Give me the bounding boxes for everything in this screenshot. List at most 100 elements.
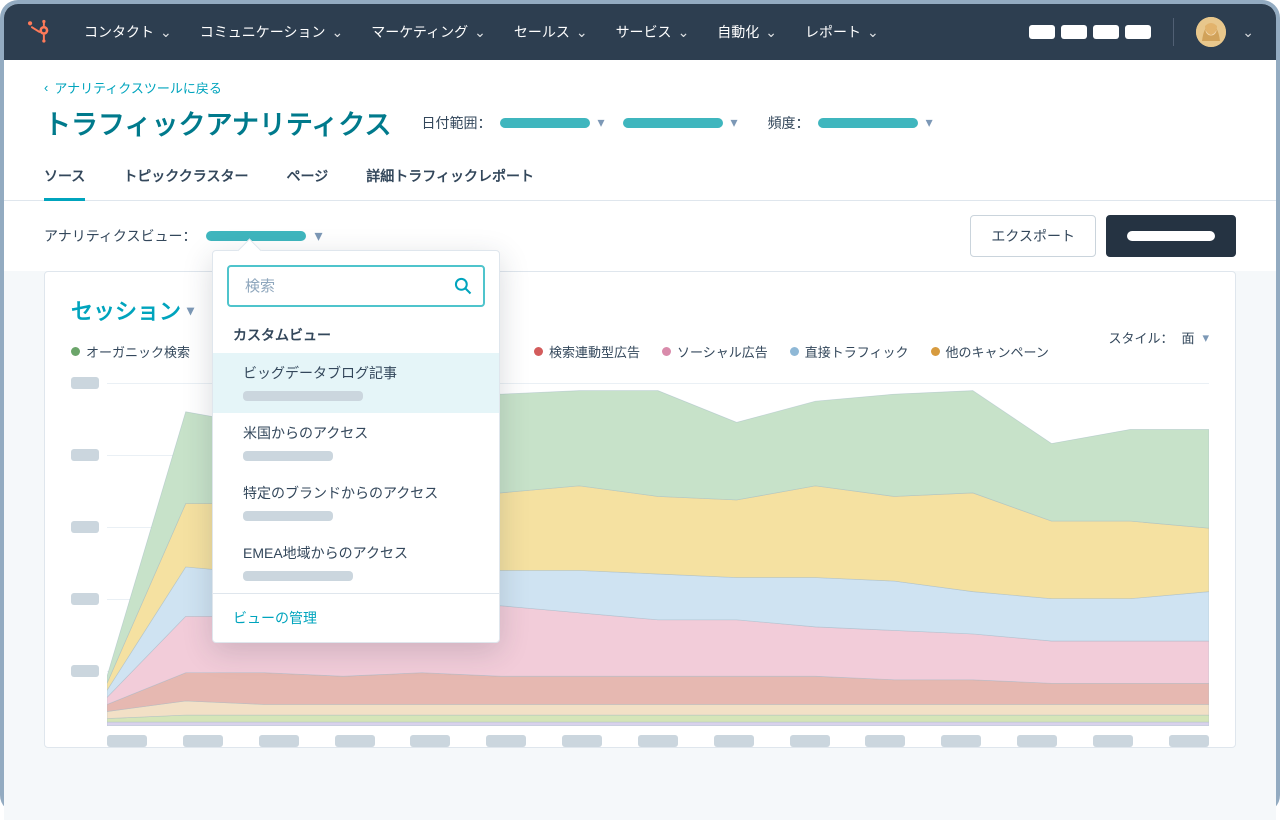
- x-tick-skeleton: [259, 735, 299, 747]
- nav-item-communication[interactable]: コミュニケーション ⌄: [190, 22, 353, 42]
- style-value: 面: [1181, 328, 1194, 347]
- nav-util-icon[interactable]: [1029, 25, 1055, 39]
- nav-label: マーケティング: [371, 22, 468, 42]
- chevron-down-icon: ▾: [314, 226, 322, 246]
- page-title: トラフィックアナリティクス: [44, 103, 392, 142]
- chevron-down-icon: ▾: [598, 114, 605, 131]
- nav-item-reports[interactable]: レポート⌄: [795, 22, 889, 42]
- nav-label: 自動化: [717, 22, 759, 42]
- legend-label: ソーシャル広告: [677, 342, 768, 361]
- chevron-down-icon: ▾: [187, 302, 194, 319]
- x-tick-skeleton: [638, 735, 678, 747]
- chevron-down-icon: ⌄: [765, 24, 777, 41]
- view-option[interactable]: ビッグデータブログ記事: [213, 353, 499, 413]
- y-tick-skeleton: [71, 377, 99, 389]
- button-label-skeleton: [1127, 231, 1215, 241]
- chevron-down-icon: ⌄: [867, 24, 879, 41]
- legend-item[interactable]: 検索連動型広告: [534, 342, 640, 361]
- x-tick-skeleton: [1169, 735, 1209, 747]
- nav-item-sales[interactable]: セールス⌄: [504, 22, 598, 42]
- analytics-view-label: アナリティクスビュー：: [44, 226, 196, 246]
- analytics-view-dropdown[interactable]: ▾: [206, 226, 322, 246]
- y-tick-skeleton: [71, 521, 99, 533]
- chevron-down-icon: ⌄: [576, 24, 588, 41]
- back-label: アナリティクスツールに戻る: [54, 78, 222, 97]
- legend-item[interactable]: 直接トラフィック: [790, 342, 909, 361]
- chevron-down-icon: ▾: [731, 114, 738, 131]
- legend-item[interactable]: 他のキャンペーン: [931, 342, 1049, 361]
- chevron-down-icon[interactable]: ⌄: [1242, 24, 1254, 41]
- x-tick-skeleton: [183, 735, 223, 747]
- x-tick-skeleton: [335, 735, 375, 747]
- legend-item[interactable]: オーガニック検索: [71, 342, 190, 361]
- chevron-down-icon: ⌄: [331, 24, 343, 41]
- nav-item-marketing[interactable]: マーケティング⌄: [361, 22, 496, 42]
- x-axis: [107, 735, 1209, 747]
- legend-dot-icon: [71, 347, 80, 356]
- y-tick-skeleton: [71, 665, 99, 677]
- legend-dot-icon: [790, 347, 799, 356]
- chevron-down-icon: ⌄: [678, 24, 690, 41]
- y-tick-skeleton: [71, 449, 99, 461]
- option-label: 特定のブランドからのアクセス: [243, 483, 469, 503]
- view-option[interactable]: 特定のブランドからのアクセス: [213, 473, 499, 533]
- chart-style-dropdown[interactable]: スタイル： 面 ▾: [1108, 328, 1209, 347]
- x-tick-skeleton: [107, 735, 147, 747]
- primary-action-button[interactable]: [1106, 215, 1236, 257]
- hubspot-logo-icon[interactable]: [26, 19, 52, 45]
- manage-views-link[interactable]: ビューの管理: [213, 593, 499, 642]
- option-sub-skeleton: [243, 451, 333, 461]
- search-input-wrapper: [227, 265, 485, 307]
- nav-util-icon[interactable]: [1061, 25, 1087, 39]
- filter-value-skeleton: [500, 118, 590, 128]
- filter-label: 頻度：: [768, 113, 810, 133]
- nav-util-icon[interactable]: [1093, 25, 1119, 39]
- chevron-down-icon: ⌄: [160, 24, 172, 41]
- date-range-filter[interactable]: 日付範囲： ▾ ▾: [422, 113, 738, 133]
- avatar[interactable]: [1196, 17, 1226, 47]
- legend-dot-icon: [534, 347, 543, 356]
- chevron-down-icon: ▾: [1202, 330, 1209, 346]
- x-tick-skeleton: [486, 735, 526, 747]
- legend-item[interactable]: ソーシャル広告: [662, 342, 768, 361]
- y-tick-skeleton: [71, 593, 99, 605]
- filter-value-skeleton: [818, 118, 918, 128]
- nav-item-service[interactable]: サービス ⌄: [606, 22, 700, 42]
- nav-label: コミュニケーション: [200, 22, 326, 42]
- option-label: 米国からのアクセス: [243, 423, 469, 443]
- tab-advanced-traffic[interactable]: 詳細トラフィックレポート: [366, 166, 534, 200]
- x-tick-skeleton: [562, 735, 602, 747]
- filter-value-skeleton: [206, 231, 306, 241]
- nav-label: サービス: [616, 22, 672, 42]
- frequency-filter[interactable]: 頻度： ▾: [768, 113, 933, 133]
- chevron-left-icon: ‹: [44, 80, 48, 95]
- export-button[interactable]: エクスポート: [970, 215, 1096, 257]
- option-label: ビッグデータブログ記事: [243, 363, 469, 383]
- legend-label: 直接トラフィック: [805, 342, 909, 361]
- search-input[interactable]: [243, 277, 453, 296]
- nav-util-icon[interactable]: [1125, 25, 1151, 39]
- tab-topic-clusters[interactable]: トピッククラスター: [123, 166, 248, 200]
- tab-bar: ソース トピッククラスター ページ 詳細トラフィックレポート: [4, 166, 1276, 201]
- x-tick-skeleton: [1017, 735, 1057, 747]
- analytics-view-popover: カスタムビュー ビッグデータブログ記事 米国からのアクセス 特定のブランドからの…: [212, 250, 500, 643]
- nav-item-automation[interactable]: 自動化 ⌄: [707, 22, 787, 42]
- chevron-down-icon: ▾: [926, 114, 933, 131]
- x-tick-skeleton: [865, 735, 905, 747]
- popover-group-label: カスタムビュー: [213, 321, 499, 353]
- x-tick-skeleton: [790, 735, 830, 747]
- back-link[interactable]: ‹ アナリティクスツールに戻る: [44, 78, 1236, 97]
- view-option[interactable]: 米国からのアクセス: [213, 413, 499, 473]
- filter-label: 日付範囲：: [422, 113, 492, 133]
- tab-sources[interactable]: ソース: [44, 166, 85, 200]
- legend-dot-icon: [931, 347, 940, 356]
- filter-value-skeleton: [623, 118, 723, 128]
- tab-pages[interactable]: ページ: [286, 166, 328, 200]
- nav-item-contacts[interactable]: コンタクト⌄: [74, 22, 182, 42]
- option-sub-skeleton: [243, 571, 353, 581]
- subheader: ‹ アナリティクスツールに戻る トラフィックアナリティクス 日付範囲： ▾ ▾ …: [4, 60, 1276, 142]
- view-option[interactable]: EMEA地域からのアクセス: [213, 533, 499, 593]
- toolbar: アナリティクスビュー： ▾ エクスポート: [4, 201, 1276, 271]
- divider: [1173, 18, 1174, 46]
- x-tick-skeleton: [1093, 735, 1133, 747]
